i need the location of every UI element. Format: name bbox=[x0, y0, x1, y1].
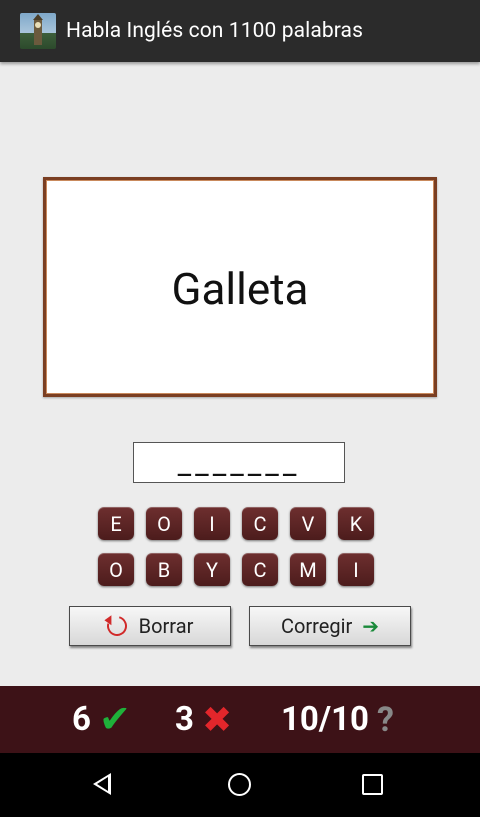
card-word: Galleta bbox=[171, 263, 309, 315]
letter-key[interactable]: O bbox=[146, 507, 182, 540]
letter-key[interactable]: M bbox=[290, 553, 326, 586]
check-button[interactable]: Corregir ➔ bbox=[249, 606, 411, 646]
answer-field[interactable]: _______ bbox=[133, 442, 345, 483]
letter-key[interactable]: I bbox=[338, 553, 374, 586]
letter-key[interactable]: O bbox=[98, 553, 134, 586]
answer-text: _______ bbox=[177, 447, 301, 482]
letter-key[interactable]: K bbox=[338, 507, 374, 540]
checkmark-icon: ✔ bbox=[98, 698, 131, 742]
clear-button[interactable]: Borrar bbox=[69, 606, 231, 646]
letter-key[interactable]: B bbox=[146, 553, 182, 586]
arrow-right-icon: ➔ bbox=[362, 614, 380, 638]
letter-key[interactable]: C bbox=[242, 507, 278, 540]
letter-key[interactable]: I bbox=[194, 507, 230, 540]
correct-count-value: 6 bbox=[72, 700, 91, 739]
app-title: Habla Inglés con 1100 palabras bbox=[66, 19, 364, 43]
progress-count-value: 10/10 bbox=[281, 700, 369, 739]
correct-count: 6 ✔ bbox=[72, 686, 131, 753]
check-button-label: Corregir bbox=[280, 614, 353, 638]
word-card: Galleta bbox=[43, 177, 437, 397]
home-icon[interactable] bbox=[228, 773, 251, 796]
recent-apps-icon[interactable] bbox=[362, 774, 383, 795]
score-bar: 6 ✔ 3 ✖ 10/10 ? bbox=[0, 686, 480, 753]
clear-button-label: Borrar bbox=[138, 614, 194, 638]
system-nav-bar bbox=[0, 753, 480, 817]
letter-key[interactable]: Y bbox=[194, 553, 230, 586]
app-bar: Habla Inglés con 1100 palabras bbox=[0, 0, 480, 62]
back-icon[interactable] bbox=[93, 773, 111, 795]
progress-count: 10/10 ? bbox=[281, 686, 394, 753]
letter-key[interactable]: V bbox=[290, 507, 326, 540]
question-mark-icon: ? bbox=[376, 699, 394, 740]
cross-icon: ✖ bbox=[201, 698, 233, 741]
letter-key[interactable]: E bbox=[98, 507, 134, 540]
undo-icon bbox=[102, 612, 131, 640]
app-logo-icon bbox=[20, 13, 56, 49]
wrong-count-value: 3 bbox=[175, 700, 194, 739]
letter-key[interactable]: C bbox=[242, 553, 278, 586]
wrong-count: 3 ✖ bbox=[175, 686, 232, 753]
